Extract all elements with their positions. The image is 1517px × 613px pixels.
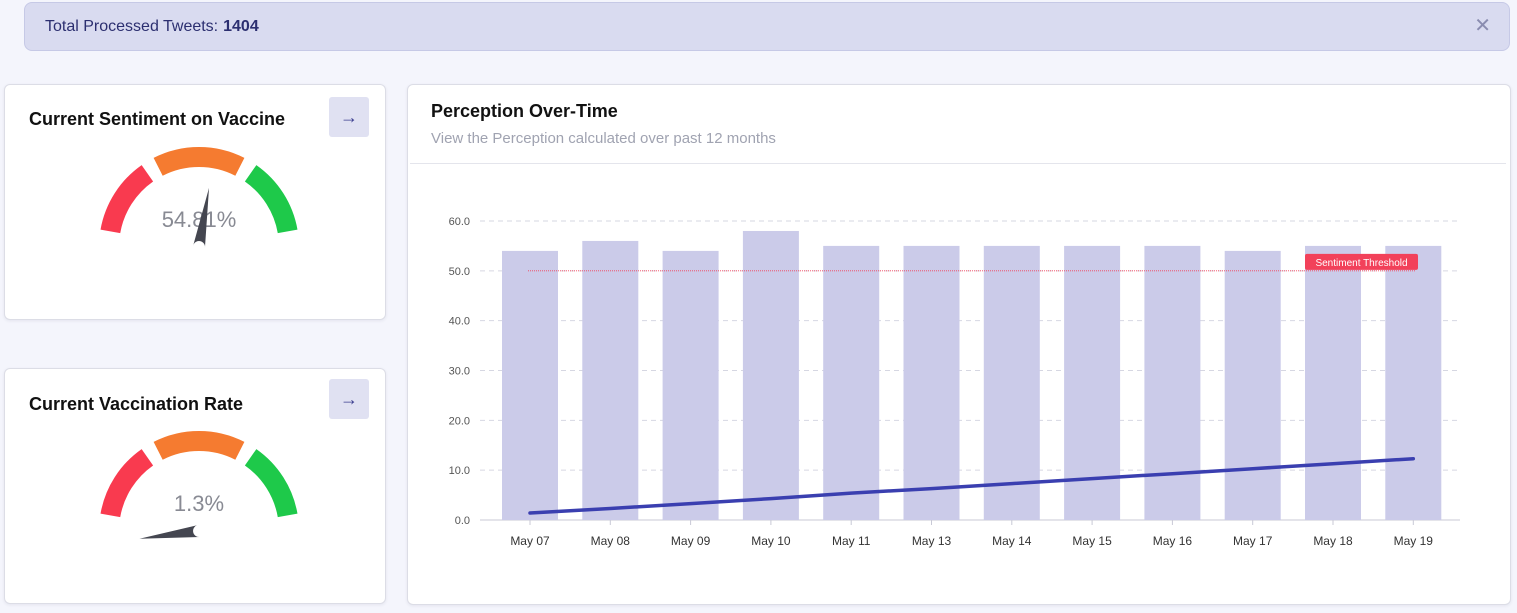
close-icon[interactable]: ✕	[1474, 15, 1491, 37]
vaccination-gauge: 1.3%	[100, 431, 298, 539]
vaccination-value: 1.3%	[174, 491, 224, 516]
threshold-label: Sentiment Threshold	[1315, 258, 1407, 269]
bar	[1305, 245, 1361, 520]
x-tick-label: May 13	[912, 534, 952, 548]
sentiment-detail-button[interactable]: →	[329, 97, 369, 137]
bar	[1224, 250, 1281, 520]
x-tick-label: May 07	[510, 534, 550, 548]
bar	[1144, 245, 1201, 520]
y-tick-label: 30.0	[449, 366, 470, 378]
perception-chart: 0.0 10.0 20.0 30.0 40.0 50.0 60.0 Sentiment Thr…	[449, 216, 1460, 548]
bar	[502, 250, 558, 520]
x-tick-label: May 18	[1313, 534, 1353, 548]
tweet-count: 1404	[223, 17, 259, 35]
bar	[662, 250, 719, 520]
y-tick-label: 50.0	[449, 266, 470, 278]
vaccination-detail-button[interactable]: →	[329, 379, 369, 419]
gauge-needle	[139, 525, 200, 539]
x-tick-label: May 15	[1072, 534, 1112, 548]
banner-label: Total Processed Tweets:	[45, 17, 219, 35]
bar	[1385, 245, 1442, 520]
x-tick-label: May 17	[1233, 534, 1273, 548]
x-tick-label: May 16	[1153, 534, 1193, 548]
gauge-high-segment	[244, 449, 298, 518]
bar	[582, 240, 639, 520]
y-tick-label: 0.0	[455, 515, 470, 527]
bar	[983, 245, 1040, 520]
gauge-low-segment	[100, 165, 154, 234]
vaccination-card: Current Vaccination Rate → 1.3%	[4, 368, 386, 604]
bar	[903, 245, 960, 520]
x-tick-label: May 11	[832, 534, 871, 548]
line-series	[528, 456, 1416, 515]
arrow-right-icon: →	[340, 106, 358, 127]
vaccination-title: Current Vaccination Rate	[29, 394, 244, 414]
perception-card: Perception Over-Time View the Perception…	[407, 84, 1511, 605]
bar	[742, 230, 799, 520]
x-tick-label: May 14	[992, 534, 1032, 548]
gauge-high-segment	[244, 165, 298, 234]
x-tick-label: May 08	[591, 534, 631, 548]
gauge-mid-segment	[153, 147, 245, 176]
y-tick-label: 40.0	[449, 316, 470, 328]
sentiment-card: Current Sentiment on Vaccine → 54.81%	[4, 84, 386, 320]
bar	[823, 245, 880, 520]
x-tick-label: May 19	[1394, 534, 1434, 548]
y-tick-label: 60.0	[449, 216, 470, 228]
y-tick-label: 10.0	[449, 465, 470, 477]
x-tick-label: May 09	[671, 534, 711, 548]
sentiment-gauge: 54.81%	[100, 147, 298, 248]
sentiment-title: Current Sentiment on Vaccine	[29, 109, 286, 129]
gauge-low-segment	[100, 449, 154, 518]
arrow-right-icon: →	[340, 388, 358, 409]
processed-tweets-banner: Total Processed Tweets: 1404 ✕	[24, 2, 1510, 51]
gauge-mid-segment	[153, 431, 245, 460]
x-tick-label: May 10	[751, 534, 791, 548]
y-tick-label: 20.0	[449, 415, 470, 427]
